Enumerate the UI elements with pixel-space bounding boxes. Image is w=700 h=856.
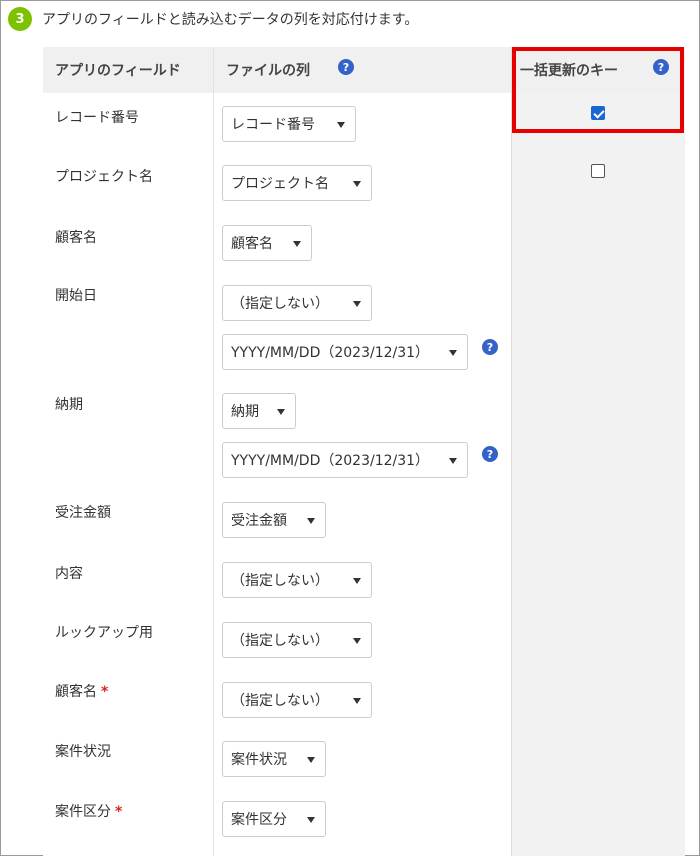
select-value: 顧客名 (231, 236, 273, 252)
step-instruction: 3 アプリのフィールドと読み込むデータの列を対応付けます。 (8, 6, 418, 32)
dropdown-arrow-icon (449, 458, 457, 464)
field-label-text: 案件区分 (55, 804, 111, 820)
header-file-column-label: ファイルの列 (226, 63, 310, 79)
field-label-case-category: 案件区分 * (55, 801, 122, 821)
header-file-column: ファイルの列 (213, 47, 511, 93)
column-select-record-number[interactable]: レコード番号 (222, 106, 356, 142)
column-select-case-status[interactable]: 案件状況 (222, 741, 326, 777)
field-label-case-status: 案件状況 (55, 744, 111, 760)
select-value: （指定しない） (231, 296, 329, 312)
dropdown-arrow-icon (337, 122, 345, 128)
annotation-highlight-box (512, 47, 684, 133)
header-app-field: アプリのフィールド (43, 47, 213, 93)
dropdown-arrow-icon (353, 181, 361, 187)
date-format-select-due-date[interactable]: YYYY/MM/DD（2023/12/31） (222, 442, 468, 478)
required-mark: * (101, 684, 109, 700)
dropdown-arrow-icon (353, 578, 361, 584)
dropdown-arrow-icon (307, 757, 315, 763)
field-label-lookup: ルックアップ用 (55, 625, 153, 641)
field-label-order-amount: 受注金額 (55, 505, 111, 521)
select-value: 案件区分 (231, 812, 287, 828)
step-text: アプリのフィールドと読み込むデータの列を対応付けます。 (42, 12, 419, 28)
select-value: 受注金額 (231, 513, 287, 529)
field-label-record-number: レコード番号 (55, 110, 139, 126)
column-select-lookup[interactable]: （指定しない） (222, 622, 372, 658)
field-label-customer-name-required: 顧客名 * (55, 681, 108, 701)
column-select-project-name[interactable]: プロジェクト名 (222, 165, 372, 201)
select-value: 納期 (231, 404, 259, 420)
select-value: レコード番号 (231, 117, 315, 133)
dropdown-arrow-icon (307, 518, 315, 524)
dropdown-arrow-icon (307, 817, 315, 823)
select-value: YYYY/MM/DD（2023/12/31） (231, 345, 430, 361)
step-number-badge: 3 (8, 7, 32, 31)
column-select-content[interactable]: （指定しない） (222, 562, 372, 598)
dropdown-arrow-icon (353, 698, 361, 704)
column-select-customer-name[interactable]: 顧客名 (222, 225, 312, 261)
column-select-order-amount[interactable]: 受注金額 (222, 502, 326, 538)
field-label-customer-name: 顧客名 (55, 230, 97, 246)
field-label-start-date: 開始日 (55, 288, 97, 304)
field-label-content: 内容 (55, 566, 83, 582)
help-icon[interactable]: ? (482, 339, 498, 355)
dropdown-arrow-icon (277, 409, 285, 415)
help-icon[interactable]: ? (338, 59, 354, 75)
select-value: 案件状況 (231, 752, 287, 768)
select-value: プロジェクト名 (231, 176, 329, 192)
field-label-text: 顧客名 (55, 684, 97, 700)
column-select-due-date[interactable]: 納期 (222, 393, 296, 429)
select-value: YYYY/MM/DD（2023/12/31） (231, 453, 430, 469)
select-value: （指定しない） (231, 633, 329, 649)
field-label-due-date: 納期 (55, 397, 83, 413)
select-value: （指定しない） (231, 693, 329, 709)
help-icon[interactable]: ? (482, 446, 498, 462)
field-mapping-table: アプリのフィールド ファイルの列 一括更新のキー ? ? レコード番号 レコード… (43, 47, 685, 856)
dropdown-arrow-icon (449, 350, 457, 356)
column-select-customer-name-required[interactable]: （指定しない） (222, 682, 372, 718)
field-label-project-name: プロジェクト名 (55, 169, 153, 185)
required-mark: * (115, 804, 123, 820)
dropdown-arrow-icon (293, 241, 301, 247)
column-select-start-date[interactable]: （指定しない） (222, 285, 372, 321)
select-value: （指定しない） (231, 573, 329, 589)
date-format-select-start-date[interactable]: YYYY/MM/DD（2023/12/31） (222, 334, 468, 370)
column-select-case-category[interactable]: 案件区分 (222, 801, 326, 837)
dropdown-arrow-icon (353, 638, 361, 644)
dropdown-arrow-icon (353, 301, 361, 307)
update-key-checkbox-project-name[interactable] (591, 164, 605, 178)
